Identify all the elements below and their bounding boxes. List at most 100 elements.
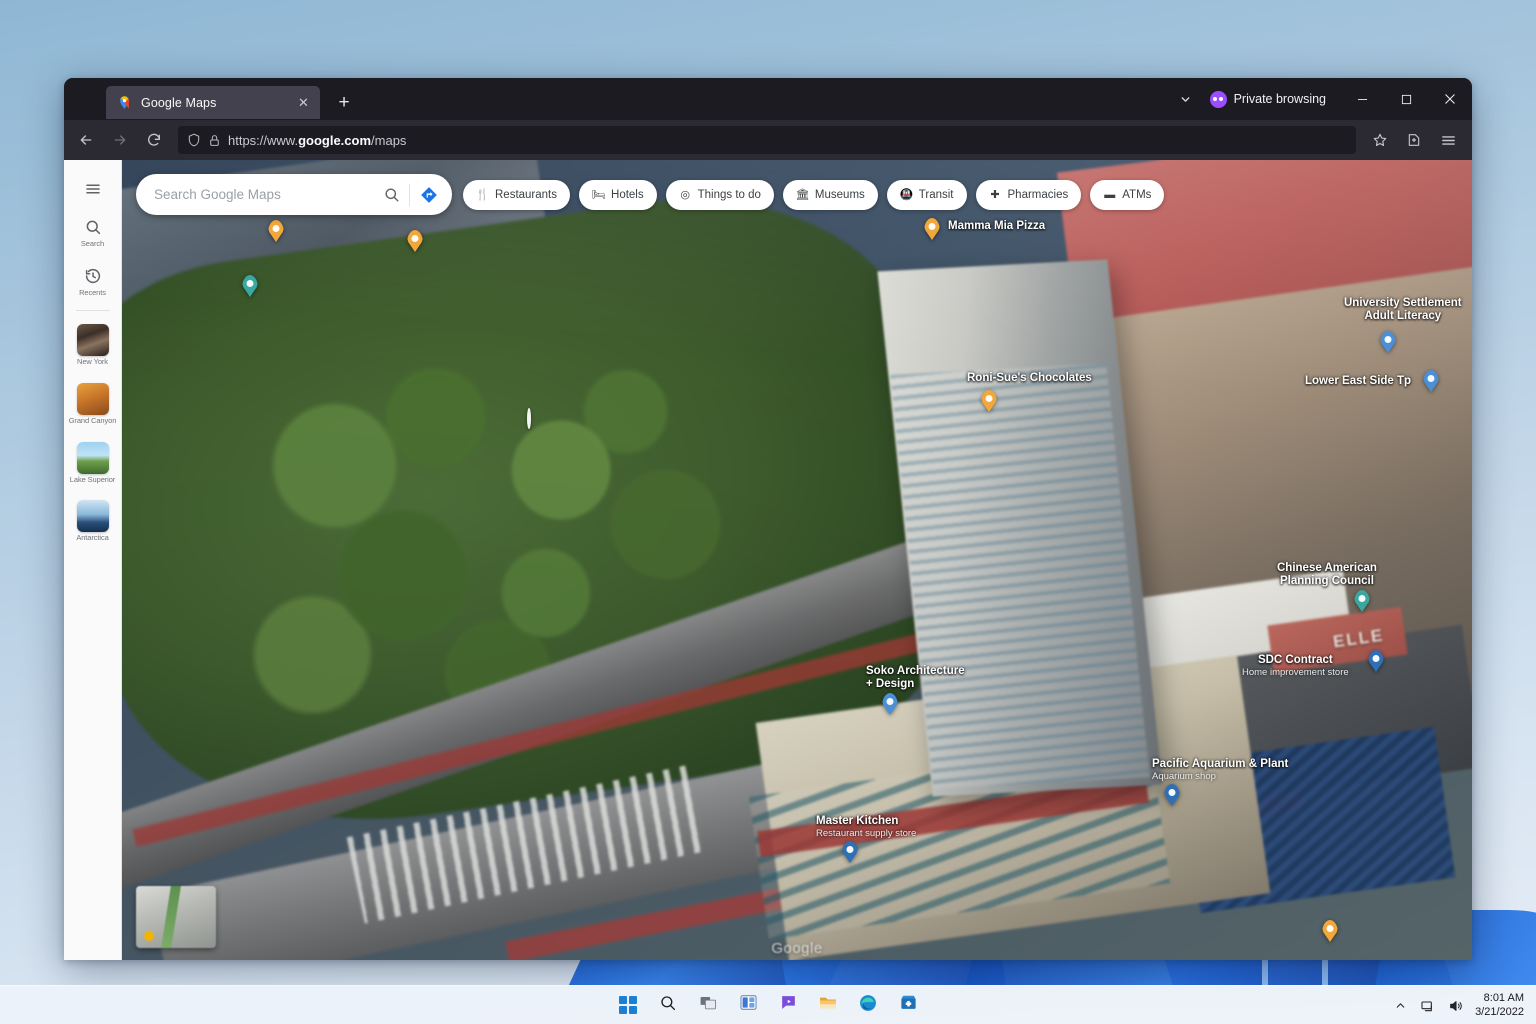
map-canvas[interactable]: ELLE Search Google Maps 🍴 Restaurants 🛏 … <box>122 160 1472 960</box>
divider <box>75 310 110 312</box>
close-icon[interactable]: ✕ <box>295 94 312 111</box>
search-icon[interactable] <box>376 180 406 210</box>
widgets-button[interactable] <box>733 990 763 1020</box>
hamburger-icon[interactable] <box>1432 125 1464 155</box>
thumbnail-antarctica-icon <box>76 500 109 533</box>
edge-icon <box>858 993 878 1018</box>
chip-museums[interactable]: 🏛 Museums <box>782 179 878 210</box>
taskbar-icons <box>613 990 923 1020</box>
chip-pharmacies[interactable]: ✚ Pharmacies <box>975 179 1082 210</box>
start-button[interactable] <box>613 990 643 1020</box>
chevron-down-icon[interactable] <box>1168 81 1204 117</box>
star-icon[interactable] <box>1364 125 1396 155</box>
windows-taskbar: 8:01 AM 3/21/2022 <box>0 985 1536 1024</box>
search-icon <box>82 216 104 238</box>
thumbnail-nyc-icon <box>76 324 109 357</box>
edge-button[interactable] <box>853 990 883 1020</box>
sidebar-item-label: Lake Superior <box>69 474 116 484</box>
sidebar-item-lake-superior[interactable]: Lake Superior <box>65 433 121 492</box>
clock-date: 3/21/2022 <box>1475 1005 1524 1018</box>
maps-search-row: Search Google Maps 🍴 Restaurants 🛏 Hotel… <box>136 174 1458 215</box>
chip-things-to-do[interactable]: ◎ Things to do <box>665 179 774 210</box>
chip-label: Museums <box>814 188 865 201</box>
back-button[interactable] <box>70 125 102 155</box>
chat-icon <box>779 993 798 1017</box>
address-bar[interactable]: https://www.google.com/maps <box>178 126 1356 154</box>
lock-icon[interactable] <box>208 134 221 147</box>
close-button[interactable] <box>1428 78 1472 120</box>
hotel-icon: 🛏 <box>591 189 606 201</box>
thumbnail-grand-canyon-icon <box>76 382 109 415</box>
chat-button[interactable] <box>773 990 803 1020</box>
volume-icon[interactable] <box>1447 997 1465 1015</box>
sidebar-item-search[interactable]: Search <box>65 207 121 256</box>
directions-icon[interactable] <box>413 179 445 211</box>
store-button[interactable] <box>893 990 923 1020</box>
chip-label: ATMs <box>1122 188 1152 201</box>
hamburger-icon <box>82 178 104 200</box>
sidebar-item-label: Antarctica <box>76 533 109 543</box>
atm-icon: ▬ <box>1104 188 1116 201</box>
ticket-icon: ◎ <box>680 189 690 201</box>
sidebar-item-label: Recents <box>79 287 106 297</box>
street-view-thumbnail[interactable] <box>136 886 216 948</box>
desktop: Google Maps ✕ + Private browsing https:/… <box>0 0 1536 1024</box>
chip-atms[interactable]: ▬ ATMs <box>1090 179 1165 210</box>
navigation-toolbar: https://www.google.com/maps <box>64 120 1472 160</box>
maximize-button[interactable] <box>1384 78 1428 120</box>
firefox-window: Google Maps ✕ + Private browsing https:/… <box>64 78 1472 960</box>
sidebar-item-label: Search <box>80 239 105 248</box>
url-text: https://www.google.com/maps <box>228 132 407 148</box>
tab-strip: Google Maps ✕ + Private browsing <box>64 78 1472 120</box>
chip-label: Things to do <box>697 188 761 201</box>
satellite-imagery: ELLE <box>122 160 1472 960</box>
network-icon[interactable] <box>1419 997 1437 1015</box>
chip-label: Pharmacies <box>1007 188 1069 201</box>
task-view-button[interactable] <box>693 990 723 1020</box>
sidebar-item-recents[interactable]: Recents <box>65 256 121 305</box>
chip-label: Transit <box>918 188 954 201</box>
tab-google-maps[interactable]: Google Maps ✕ <box>106 86 320 119</box>
sidebar-item-grand-canyon[interactable]: Grand Canyon <box>65 374 121 433</box>
store-icon <box>899 993 918 1017</box>
sidebar-item-menu[interactable] <box>65 169 121 207</box>
sidebar-item-new-york[interactable]: New York <box>65 315 121 374</box>
system-tray: 8:01 AM 3/21/2022 <box>1391 986 1528 1024</box>
chip-label: Restaurants <box>495 188 558 201</box>
clock-time: 8:01 AM <box>1483 991 1524 1004</box>
museum-icon: 🏛 <box>795 189 810 201</box>
minimize-button[interactable] <box>1340 78 1384 120</box>
sidebar-item-label: Grand Canyon <box>68 415 117 425</box>
chip-label: Hotels <box>611 188 644 201</box>
widgets-icon <box>739 993 758 1017</box>
folder-icon <box>818 993 838 1018</box>
sidebar-item-antarctica[interactable]: Antarctica <box>65 491 121 550</box>
forward-button[interactable] <box>104 125 136 155</box>
new-tab-button[interactable]: + <box>329 88 359 118</box>
chevron-up-icon[interactable] <box>1391 997 1409 1015</box>
private-browsing-label: Private browsing <box>1233 92 1326 106</box>
chip-hotels[interactable]: 🛏 Hotels <box>579 179 657 210</box>
search-button[interactable] <box>653 990 683 1020</box>
pegman-icon <box>144 931 154 941</box>
google-maps-app: Search Recents New York Grand Canyon Lak… <box>64 160 1472 960</box>
file-explorer-button[interactable] <box>813 990 843 1020</box>
google-watermark: Google <box>771 940 823 957</box>
category-chips: 🍴 Restaurants 🛏 Hotels ◎ Things to do 🏛 … <box>463 179 1165 210</box>
google-maps-favicon <box>117 95 132 110</box>
reload-button[interactable] <box>138 125 170 155</box>
transit-icon: 🚇 <box>899 189 914 201</box>
search-input[interactable]: Search Google Maps <box>136 174 452 215</box>
chip-restaurants[interactable]: 🍴 Restaurants <box>463 179 571 210</box>
search-icon <box>659 994 677 1017</box>
private-browsing-badge: Private browsing <box>1204 90 1340 108</box>
restaurant-icon: 🍴 <box>475 189 490 201</box>
mask-icon <box>1209 90 1227 108</box>
thumbnail-lake-superior-icon <box>76 441 109 474</box>
pharmacy-icon: ✚ <box>990 189 1000 201</box>
shield-icon[interactable] <box>187 133 201 147</box>
taskbar-clock[interactable]: 8:01 AM 3/21/2022 <box>1475 992 1528 1020</box>
divider <box>409 183 410 206</box>
chip-transit[interactable]: 🚇 Transit <box>886 179 967 210</box>
extensions-icon[interactable] <box>1398 125 1430 155</box>
